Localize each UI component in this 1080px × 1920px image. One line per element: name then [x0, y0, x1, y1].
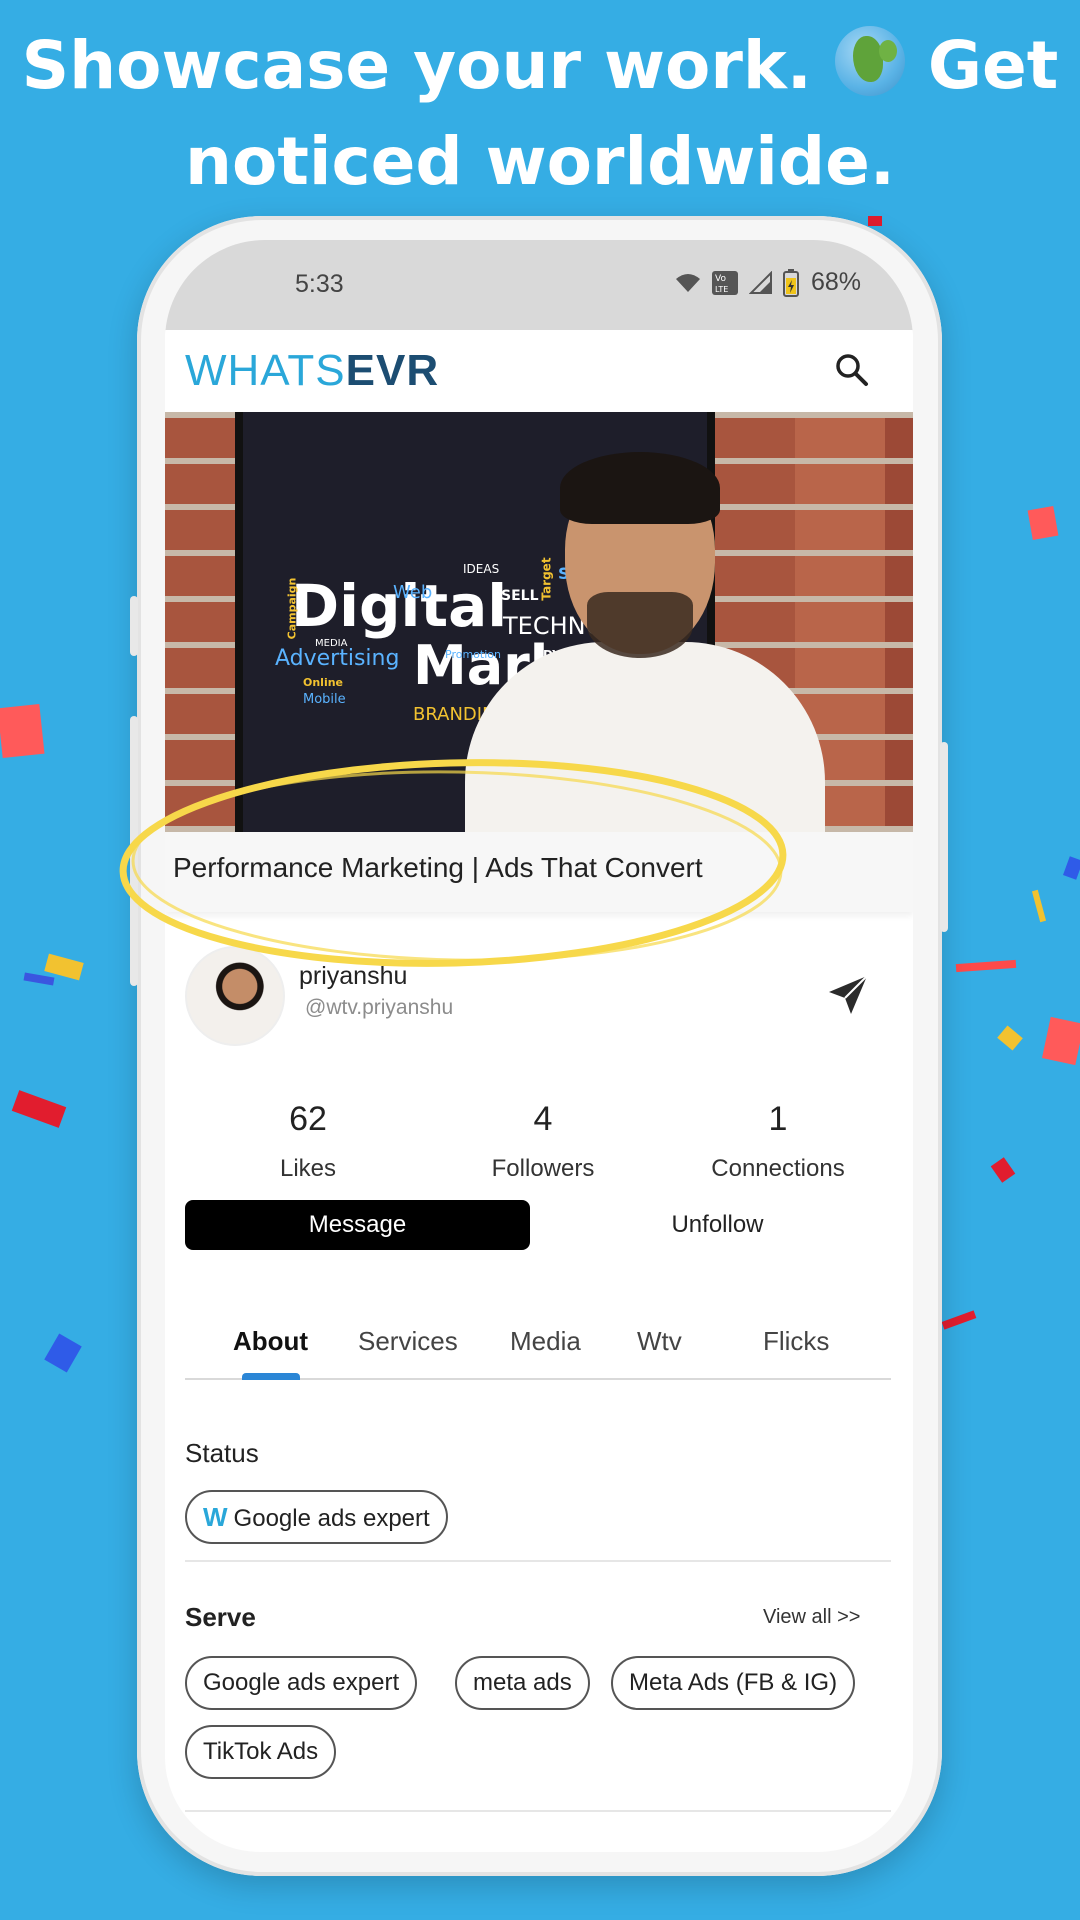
confetti — [23, 972, 55, 986]
active-tab-indicator — [242, 1373, 300, 1380]
banner-headline: Showcase your work. Get noticed worldwid… — [0, 18, 1080, 210]
globe-icon — [834, 26, 905, 96]
confetti — [990, 1157, 1016, 1183]
whatsevr-w-icon: W — [203, 1502, 228, 1532]
serve-chip[interactable]: Meta Ads (FB & IG) — [611, 1656, 856, 1710]
board-word: Advertising — [275, 646, 400, 671]
profile-handle: @wtv.priyanshu — [305, 996, 454, 1019]
status-chip[interactable]: W Google ads expert — [185, 1490, 448, 1544]
person-hair — [560, 452, 720, 524]
stat-value: 4 — [533, 1100, 553, 1138]
status-time: 5:33 — [295, 270, 344, 298]
stat-label: Likes — [279, 1155, 337, 1182]
cover-title: Performance Marketing | Ads That Convert — [173, 852, 703, 883]
status-chip-label: Google ads expert — [233, 1505, 430, 1532]
send-icon[interactable] — [825, 972, 871, 1018]
section-divider — [185, 1560, 891, 1562]
cover-image[interactable]: Digital Marketing Advertising TECHNOLOGY… — [165, 412, 913, 832]
tab-about[interactable]: About — [233, 1326, 308, 1357]
phone-side-button — [130, 596, 138, 656]
status-icons: Vo LTE 68% — [675, 268, 861, 297]
board-word: Online — [303, 676, 344, 689]
board-word: Campaign — [285, 577, 299, 640]
phone-side-button — [130, 716, 138, 986]
confetti — [44, 1333, 82, 1373]
signal-icon — [749, 270, 772, 294]
tab-wtv[interactable]: Wtv — [637, 1326, 682, 1357]
banner-line-2: noticed worldwide. — [184, 123, 895, 200]
confetti — [0, 703, 45, 759]
serve-chip[interactable]: Google ads expert — [185, 1656, 418, 1710]
stat-label: Followers — [491, 1155, 595, 1182]
logo-part-2: EVR — [345, 346, 440, 395]
logo-part-1: WHATS — [185, 346, 346, 395]
battery-percent: 68% — [811, 268, 862, 296]
banner-text-1: Showcase your work. — [21, 27, 812, 104]
svg-text:LTE: LTE — [715, 285, 728, 294]
board-word: Web — [393, 582, 433, 603]
stat-value: 1 — [768, 1100, 788, 1138]
status-bar: 5:33 Vo LTE 68% — [165, 240, 913, 330]
profile-tabs: About Services Media Wtv Flicks — [185, 1320, 891, 1380]
serve-chip[interactable]: TikTok Ads — [185, 1725, 337, 1779]
board-word: MEDIA — [315, 638, 348, 649]
message-button[interactable]: Message — [185, 1200, 530, 1250]
person-beard — [587, 592, 693, 658]
stat-connections[interactable]: 1 Connections — [678, 1100, 878, 1183]
search-icon[interactable] — [832, 350, 872, 390]
svg-text:Vo: Vo — [715, 274, 726, 284]
tab-media[interactable]: Media — [510, 1326, 581, 1357]
stat-likes[interactable]: 62 Likes — [208, 1100, 408, 1183]
banner-text-2: Get — [927, 27, 1059, 104]
cover-title-bar: Performance Marketing | Ads That Convert — [165, 832, 913, 912]
phone-side-button — [940, 742, 948, 932]
profile-person-photo — [465, 452, 825, 832]
serve-section-title: Serve — [185, 1602, 256, 1632]
section-divider — [185, 1810, 891, 1812]
battery-icon — [783, 268, 799, 297]
confetti — [1031, 889, 1047, 923]
stat-value: 62 — [289, 1100, 327, 1138]
confetti — [1063, 856, 1080, 880]
whatsevr-logo[interactable]: WHATSEVR — [185, 346, 439, 396]
status-section-title: Status — [185, 1438, 259, 1468]
confetti — [997, 1025, 1023, 1051]
stat-followers[interactable]: 4 Followers — [443, 1100, 643, 1183]
phone-screen: 5:33 VoLTE 68% WHATSEVR Digital Marketin… — [165, 240, 913, 1852]
banner-line-1: Showcase your work. Get — [0, 18, 1080, 114]
stat-label: Connections — [711, 1155, 845, 1182]
avatar[interactable] — [185, 946, 285, 1046]
confetti — [941, 1310, 977, 1330]
unfollow-button[interactable]: Unfollow — [545, 1200, 890, 1250]
volte-icon: VoLTE — [712, 270, 738, 295]
person-shirt — [465, 642, 825, 832]
serve-chip[interactable]: meta ads — [455, 1656, 590, 1710]
confetti — [955, 959, 1017, 973]
confetti — [1042, 1016, 1080, 1066]
tab-services[interactable]: Services — [358, 1326, 458, 1357]
tab-flicks[interactable]: Flicks — [763, 1326, 829, 1357]
wifi-icon — [676, 273, 700, 292]
confetti — [11, 1090, 67, 1128]
confetti — [1027, 505, 1059, 541]
view-all-link[interactable]: View all >> — [763, 1606, 860, 1629]
confetti — [868, 216, 882, 226]
board-word: Mobile — [303, 692, 346, 707]
app-bar: WHATSEVR — [165, 330, 913, 412]
profile-name: priyanshu — [299, 962, 408, 990]
